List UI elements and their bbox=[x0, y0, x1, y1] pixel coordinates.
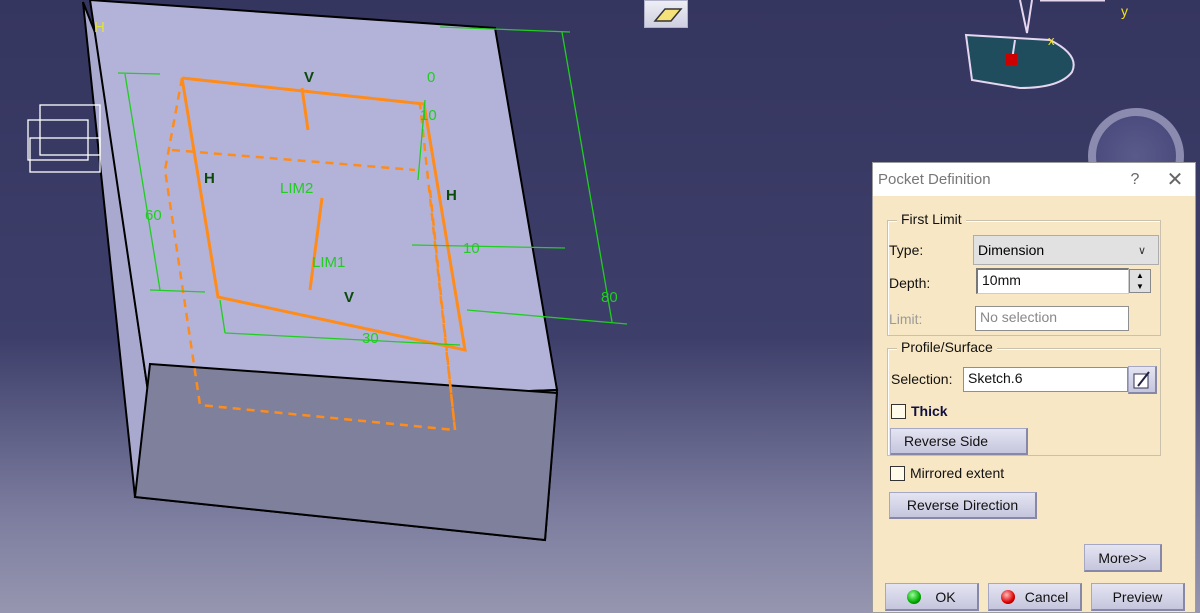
edit-sketch-button[interactable] bbox=[1128, 366, 1157, 394]
compass-x-label: x bbox=[1048, 33, 1055, 48]
type-dropdown[interactable]: Dimension ∨ bbox=[973, 235, 1159, 265]
reverse-side-button[interactable]: Reverse Side bbox=[890, 428, 1028, 455]
cancel-button[interactable]: Cancel bbox=[988, 583, 1082, 611]
chevron-down-icon: ∨ bbox=[1138, 244, 1147, 257]
selection-input[interactable]: Sketch.6 bbox=[963, 367, 1128, 392]
close-button[interactable]: ✕ bbox=[1155, 167, 1195, 192]
thick-checkbox[interactable] bbox=[891, 404, 906, 419]
axis-system-icon bbox=[27, 104, 101, 173]
spin-down-icon[interactable]: ▼ bbox=[1130, 281, 1150, 292]
type-dropdown-value: Dimension bbox=[978, 242, 1045, 258]
dimension-10-right[interactable]: 10 bbox=[463, 240, 480, 257]
depth-label: Depth: bbox=[889, 275, 931, 291]
box-front-face-fill bbox=[133, 362, 559, 542]
depth-spinner[interactable]: ▲ ▼ bbox=[1129, 269, 1151, 293]
dimension-0[interactable]: 0 bbox=[427, 69, 435, 86]
dialog-titlebar[interactable]: Pocket Definition ? ✕ bbox=[873, 163, 1195, 196]
profile-surface-legend: Profile/Surface bbox=[897, 339, 997, 355]
reverse-direction-button[interactable]: Reverse Direction bbox=[889, 492, 1037, 519]
cancel-label: Cancel bbox=[1024, 588, 1069, 605]
label-h-right: H bbox=[446, 187, 457, 204]
preview-button[interactable]: Preview bbox=[1091, 583, 1185, 611]
label-h-corner: H bbox=[94, 19, 105, 36]
type-label: Type: bbox=[889, 242, 924, 258]
mirrored-extent-label: Mirrored extent bbox=[910, 465, 1005, 481]
compass-icon[interactable]: x y bbox=[964, 0, 1128, 90]
selection-label: Selection: bbox=[891, 371, 953, 387]
box-top-face[interactable] bbox=[88, 0, 559, 407]
label-lim1: LIM1 bbox=[312, 254, 345, 271]
dimension-80[interactable]: 80 bbox=[601, 289, 618, 306]
spin-up-icon[interactable]: ▲ bbox=[1130, 270, 1150, 281]
dimension-30[interactable]: 30 bbox=[362, 330, 379, 347]
limit-input: No selection bbox=[975, 306, 1129, 331]
label-v-top: V bbox=[304, 69, 314, 86]
dimension-60[interactable]: 60 bbox=[145, 207, 162, 224]
compass-y-label: y bbox=[1121, 3, 1128, 19]
dimension-10-top[interactable]: 10 bbox=[420, 107, 437, 124]
first-limit-legend: First Limit bbox=[897, 211, 966, 227]
label-lim2: LIM2 bbox=[280, 180, 313, 197]
dialog-title: Pocket Definition bbox=[878, 171, 991, 188]
more-button[interactable]: More>> bbox=[1084, 544, 1162, 572]
sketch-plane-toolbar-button[interactable] bbox=[644, 0, 688, 28]
ok-label: OK bbox=[935, 588, 956, 605]
limit-label: Limit: bbox=[889, 311, 923, 327]
label-h-left: H bbox=[204, 170, 215, 187]
depth-input[interactable]: 10mm bbox=[976, 268, 1129, 294]
red-ball-icon bbox=[1000, 589, 1015, 604]
ok-button[interactable]: OK bbox=[885, 583, 979, 611]
thick-label: Thick bbox=[911, 403, 948, 419]
pocket-definition-dialog: Pocket Definition ? ✕ First Limit Type: … bbox=[872, 162, 1196, 613]
mirrored-extent-checkbox[interactable] bbox=[890, 466, 905, 481]
help-button[interactable]: ? bbox=[1115, 171, 1155, 189]
plane-icon bbox=[653, 8, 683, 22]
green-ball-icon bbox=[907, 589, 922, 604]
label-v-bottom: V bbox=[344, 289, 354, 306]
edit-sketch-icon bbox=[1133, 370, 1150, 388]
